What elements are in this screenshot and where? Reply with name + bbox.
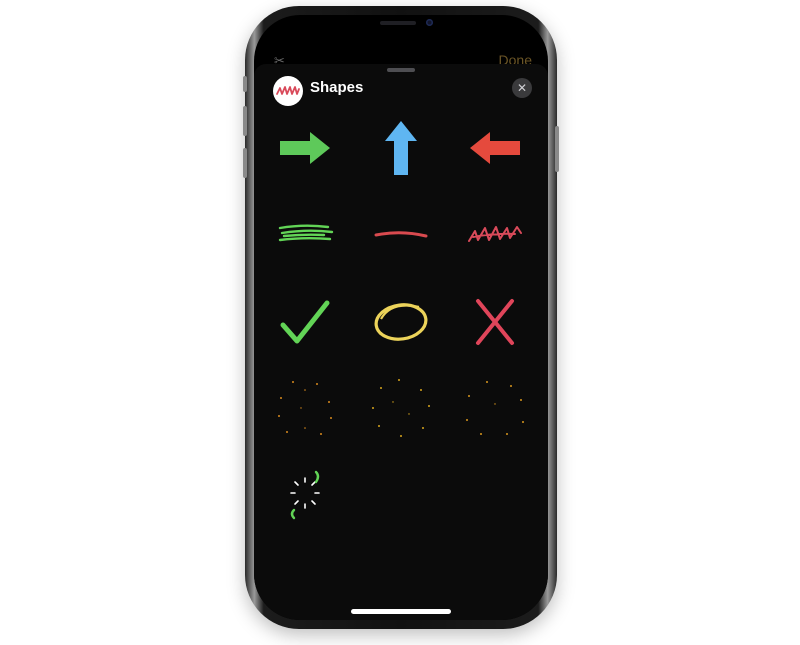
red-zigzag-scribble-shape[interactable] (460, 204, 530, 264)
xmark-icon: ✕ (516, 81, 528, 95)
amber-sparkle-burst-shape[interactable] (460, 378, 530, 438)
right-arrow-shape[interactable] (270, 118, 340, 178)
shapes-app-icon (273, 76, 303, 106)
front-camera (426, 19, 433, 26)
volume-down-button (243, 148, 247, 178)
ringer-switch (243, 76, 247, 92)
up-arrow-shape[interactable] (366, 118, 436, 178)
checkmark-shape[interactable] (270, 292, 340, 352)
orange-sparkle-burst-shape[interactable] (270, 378, 340, 438)
close-button[interactable]: ✕ (512, 78, 532, 98)
earpiece-speaker (380, 21, 416, 25)
shapes-sheet: Shapes ✕ (254, 64, 548, 620)
x-mark-shape[interactable] (460, 292, 530, 352)
gold-sparkle-burst-shape[interactable] (366, 378, 436, 438)
notch (346, 15, 458, 37)
red-line-shape[interactable] (366, 204, 436, 264)
phone-screen: ✂ Done Shapes ✕ (254, 15, 548, 620)
left-arrow-shape[interactable] (460, 118, 530, 178)
green-scribble-shape[interactable] (270, 204, 340, 264)
circle-shape[interactable] (366, 292, 436, 352)
home-indicator[interactable] (351, 609, 451, 614)
side-button (555, 126, 559, 172)
spinning-sparkle-shape[interactable] (270, 464, 340, 524)
sheet-title: Shapes (310, 79, 364, 96)
volume-up-button (243, 106, 247, 136)
sheet-grabber[interactable] (387, 68, 415, 72)
iphone-frame: ✂ Done Shapes ✕ (243, 6, 559, 629)
